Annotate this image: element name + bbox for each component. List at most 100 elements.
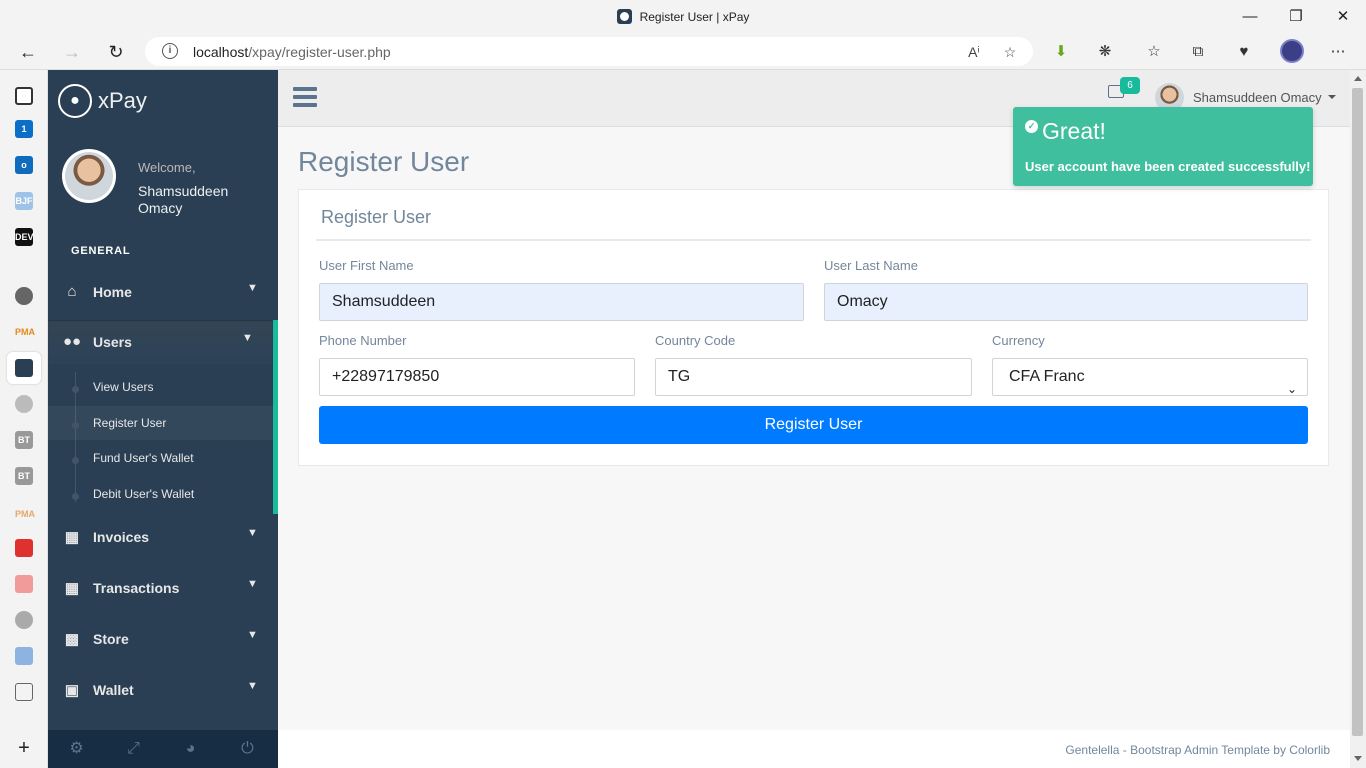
notification-message: User account have been created successfu… — [1025, 159, 1311, 174]
bt-icon[interactable]: BT — [15, 431, 33, 449]
avatar — [62, 149, 116, 203]
last-name-label: User Last Name — [824, 258, 918, 273]
users-submenu: View Users Register User Fund User's Wal… — [48, 364, 278, 514]
back-icon[interactable]: ← — [16, 40, 40, 64]
scroll-thumb[interactable] — [1352, 88, 1363, 736]
dev-icon[interactable]: DEV — [15, 228, 34, 246]
table-icon: ▦ — [64, 529, 80, 546]
panel-title: Register User — [321, 207, 432, 227]
brand-name: xPay — [98, 88, 147, 113]
pma-icon[interactable]: PMA — [15, 323, 35, 341]
first-name-label: User First Name — [319, 258, 414, 273]
sidebar-item-home[interactable]: ⌂ Home ▼ — [48, 270, 278, 314]
browser-toolbar: ← → ↻ i localhost/xpay/register-user.php… — [0, 33, 1366, 70]
minimize-icon[interactable]: — — [1239, 6, 1261, 28]
first-name-field[interactable]: Shamsuddeen — [319, 283, 804, 321]
sidebar-item-register-user[interactable]: Register User — [48, 406, 273, 440]
sidebar: ● xPay Welcome, Shamsuddeen Omacy GENERA… — [48, 70, 278, 768]
users-icon: ●● — [62, 333, 82, 350]
scrollbar[interactable] — [1350, 70, 1366, 768]
chevron-down-icon: ▼ — [247, 680, 258, 692]
github-icon[interactable] — [15, 287, 33, 305]
more-icon[interactable]: ⋯ — [1326, 40, 1350, 64]
bjf-icon[interactable]: BJF — [15, 192, 33, 210]
scroll-up-icon[interactable] — [1354, 76, 1362, 81]
read-aloud-icon[interactable]: Aⁱ — [964, 42, 984, 62]
favorites-icon[interactable]: ☆ — [1142, 40, 1166, 64]
phone-field[interactable]: +22897179850 — [319, 358, 635, 396]
money-icon: ▣ — [64, 682, 80, 699]
register-user-button[interactable]: Register User — [319, 406, 1308, 444]
close-icon[interactable]: ✕ — [1332, 6, 1354, 28]
eye-close-icon[interactable]: ◕ — [162, 730, 219, 768]
sidebar-item-wallet[interactable]: ▣ Wallet ▼ — [48, 668, 278, 712]
file-icon[interactable] — [15, 683, 33, 701]
chevron-down-icon: ▼ — [242, 332, 253, 344]
red-stack-icon[interactable] — [15, 575, 33, 593]
power-icon[interactable]: ⏻ — [219, 730, 276, 768]
collections-icon[interactable]: ⧉ — [1186, 40, 1210, 64]
xpay-app: ● xPay Welcome, Shamsuddeen Omacy GENERA… — [48, 70, 1366, 768]
settings-icon[interactable]: ⚙ — [48, 730, 105, 768]
table-icon: ▦ — [64, 580, 80, 597]
building-icon: ▩ — [64, 631, 80, 648]
currency-select[interactable]: CFA Franc ⌄ — [992, 358, 1308, 396]
url-text[interactable]: localhost/xpay/register-user.php — [193, 44, 391, 60]
edge-sidebar: 1 o BJF DEV PMA BT BT PMA + — [0, 70, 48, 768]
page-footer: Gentelella - Bootstrap Admin Template by… — [278, 730, 1350, 768]
home-icon: ⌂ — [67, 283, 77, 300]
address-bar[interactable]: i localhost/xpay/register-user.php Aⁱ ☆ — [145, 37, 1033, 66]
last-name-field[interactable]: Omacy — [824, 283, 1308, 321]
xpay-icon[interactable] — [7, 352, 41, 384]
anchor-icon[interactable] — [15, 395, 33, 413]
add-favorite-icon[interactable]: ☆ — [1000, 42, 1020, 62]
refresh-icon[interactable]: ↻ — [104, 40, 128, 64]
sidebar-footer: ⚙ ⤢ ◕ ⏻ — [48, 730, 278, 768]
country-code-label: Country Code — [655, 333, 736, 348]
forward-icon[interactable]: → — [60, 40, 84, 64]
scroll-down-icon[interactable] — [1354, 756, 1362, 761]
xpay-favicon-icon — [616, 9, 632, 24]
welcome-text: Welcome, — [138, 160, 196, 175]
chevron-down-icon: ▼ — [247, 527, 258, 539]
browser-title-bar: Register User | xPay — ❐ ✕ — [0, 0, 1366, 33]
outlook-icon[interactable]: o — [15, 156, 33, 174]
phone-label: Phone Number — [319, 333, 407, 348]
browser-profile-avatar[interactable] — [1280, 39, 1304, 63]
site-info-icon[interactable]: i — [162, 43, 178, 59]
sidebar-item-debit-wallet[interactable]: Debit User's Wallet — [48, 477, 273, 511]
chevron-down-icon: ⌄ — [1286, 382, 1297, 396]
sidebar-item-transactions[interactable]: ▦ Transactions ▼ — [48, 566, 278, 610]
register-user-panel: Register User User First Name Shamsuddee… — [298, 189, 1329, 466]
menu-toggle-icon[interactable] — [293, 87, 317, 109]
user-menu-name[interactable]: Shamsuddeen Omacy — [1193, 90, 1322, 105]
sidebar-item-view-users[interactable]: View Users — [48, 370, 273, 404]
footer-text: Gentelella - Bootstrap Admin Template by… — [1065, 743, 1330, 757]
restore-icon[interactable]: ❐ — [1285, 6, 1307, 28]
tab-actions-icon[interactable] — [15, 87, 33, 105]
extensions-icon[interactable]: ❋ — [1093, 40, 1117, 64]
menu-section-title: GENERAL — [71, 245, 131, 257]
page-title: Register User — [298, 146, 470, 177]
check-circle-icon: ✓ — [1025, 120, 1038, 133]
cube-icon[interactable] — [15, 647, 33, 665]
success-notification[interactable]: ✓ Great! User account have been created … — [1013, 107, 1313, 186]
sidebar-item-invoices[interactable]: ▦ Invoices ▼ — [48, 515, 278, 559]
badge-1-icon[interactable]: 1 — [15, 120, 33, 138]
search-icon[interactable] — [15, 611, 33, 629]
download-extension-icon[interactable]: ⬇ — [1049, 40, 1073, 64]
fullscreen-icon[interactable]: ⤢ — [105, 730, 162, 768]
pma-icon[interactable]: PMA — [15, 505, 35, 523]
country-code-field[interactable]: TG — [655, 358, 972, 396]
main-content: Register User Register User User First N… — [278, 127, 1350, 730]
add-icon[interactable]: + — [15, 738, 33, 758]
sidebar-item-users[interactable]: ●● Users ▼ — [48, 320, 278, 364]
currency-label: Currency — [992, 333, 1045, 348]
red-box-icon[interactable] — [15, 539, 33, 557]
health-icon[interactable]: ♥ — [1232, 40, 1256, 64]
caret-down-icon[interactable] — [1328, 95, 1336, 99]
sidebar-item-fund-wallet[interactable]: Fund User's Wallet — [48, 441, 273, 475]
chevron-down-icon: ▼ — [247, 282, 258, 294]
sidebar-item-store[interactable]: ▩ Store ▼ — [48, 617, 278, 661]
bt-icon[interactable]: BT — [15, 467, 33, 485]
